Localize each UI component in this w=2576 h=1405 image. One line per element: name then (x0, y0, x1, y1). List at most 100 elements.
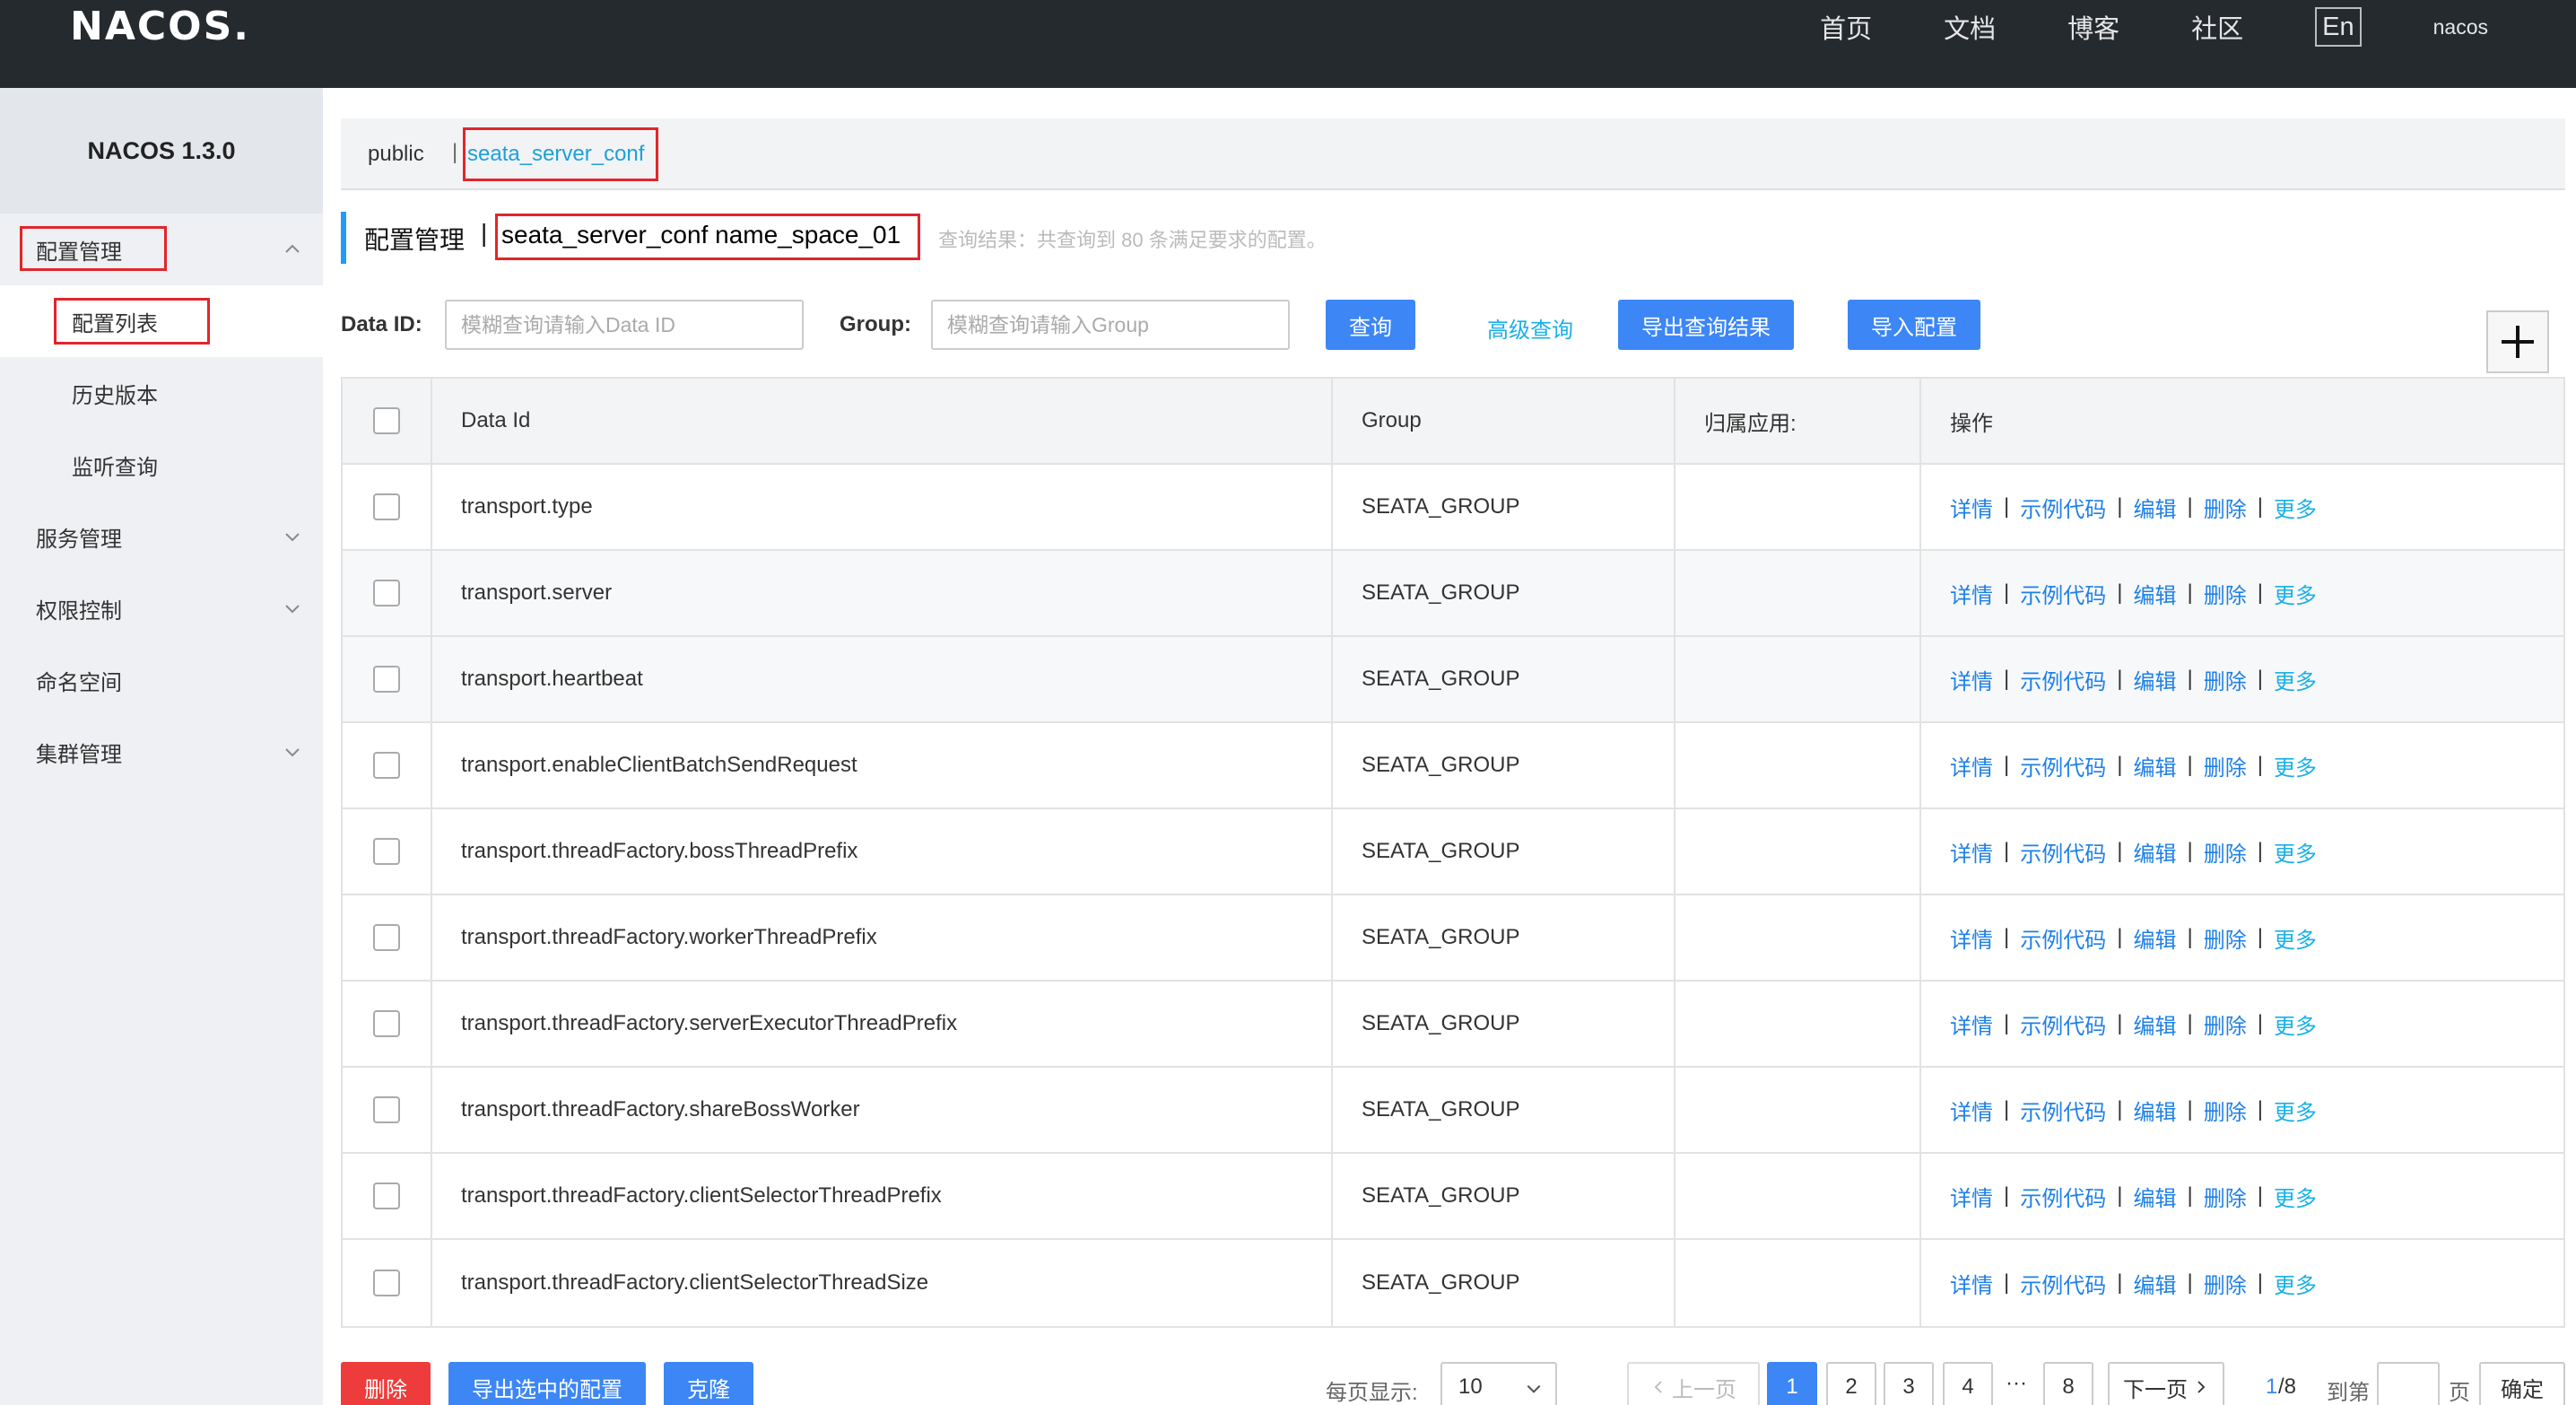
add-config-button[interactable] (2486, 310, 2549, 373)
sidebar-item-cluster-management[interactable]: 集群管理 (0, 716, 323, 788)
sidebar-item-service-management[interactable]: 服务管理 (0, 501, 323, 572)
op-link[interactable]: 更多 (2274, 836, 2317, 868)
sidebar-item-namespace[interactable]: 命名空间 (0, 644, 323, 716)
nav-docs[interactable]: 文档 (1944, 8, 1996, 46)
op-link[interactable]: 更多 (2274, 1095, 2317, 1126)
op-link[interactable]: 更多 (2274, 492, 2317, 523)
op-link[interactable]: 详情 (1950, 578, 1993, 609)
row-checkbox[interactable] (373, 666, 400, 693)
next-page-button[interactable]: 下一页 (2108, 1362, 2224, 1405)
page-4-button[interactable]: 4 (1943, 1362, 1993, 1405)
dataid-input[interactable]: 模糊查询请输入Data ID (445, 300, 804, 350)
op-link[interactable]: 编辑 (2133, 1181, 2176, 1212)
row-checkbox[interactable] (373, 1010, 400, 1037)
op-link[interactable]: 更多 (2274, 578, 2317, 609)
row-checkbox[interactable] (373, 838, 400, 865)
page-3-button[interactable]: 3 (1884, 1362, 1934, 1405)
export-results-button[interactable]: 导出查询结果 (1618, 300, 1794, 350)
op-link[interactable]: 详情 (1950, 922, 1993, 954)
op-link[interactable]: 详情 (1950, 1268, 1993, 1299)
group-input[interactable]: 模糊查询请输入Group (931, 300, 1290, 350)
op-link[interactable]: 示例代码 (2020, 836, 2106, 868)
page-1-button[interactable]: 1 (1767, 1362, 1817, 1405)
op-link[interactable]: 删除 (2204, 1095, 2247, 1126)
delete-button[interactable]: 删除 (341, 1362, 431, 1405)
op-link[interactable]: 详情 (1950, 1008, 1993, 1040)
op-link[interactable]: 删除 (2204, 492, 2247, 523)
page-size-select[interactable]: 10 (1440, 1362, 1557, 1405)
op-link[interactable]: 删除 (2204, 664, 2247, 695)
goto-page-input[interactable] (2377, 1362, 2440, 1405)
op-link[interactable]: 编辑 (2133, 578, 2176, 609)
op-link[interactable]: 编辑 (2133, 1268, 2176, 1299)
goto-confirm-button[interactable]: 确定 (2479, 1362, 2565, 1405)
op-link[interactable]: 编辑 (2133, 1008, 2176, 1040)
row-checkbox[interactable] (373, 1182, 400, 1209)
nacos-logo[interactable]: NACOS. (70, 4, 250, 49)
op-link[interactable]: 删除 (2204, 1268, 2247, 1299)
row-checkbox[interactable] (373, 1096, 400, 1123)
query-button[interactable]: 查询 (1326, 300, 1415, 350)
advanced-query-link[interactable]: 高级查询 (1487, 312, 1573, 344)
nav-blog[interactable]: 博客 (2067, 8, 2119, 46)
op-link[interactable]: 示例代码 (2020, 664, 2106, 695)
op-link[interactable]: 编辑 (2133, 1095, 2176, 1126)
op-link[interactable]: 编辑 (2133, 836, 2176, 868)
op-link[interactable]: 编辑 (2133, 750, 2176, 781)
op-link[interactable]: 示例代码 (2020, 578, 2106, 609)
nav-home[interactable]: 首页 (1820, 8, 1872, 46)
page-8-button[interactable]: 8 (2043, 1362, 2093, 1405)
row-checkbox[interactable] (373, 493, 400, 520)
op-link[interactable]: 更多 (2274, 1181, 2317, 1212)
clone-button[interactable]: 克隆 (664, 1362, 753, 1405)
op-link[interactable]: 更多 (2274, 1268, 2317, 1299)
export-selected-button[interactable]: 导出选中的配置 (448, 1362, 646, 1405)
row-checkbox[interactable] (373, 924, 400, 951)
user-menu[interactable]: nacos (2433, 15, 2488, 39)
op-link[interactable]: 详情 (1950, 664, 1993, 695)
op-link[interactable]: 示例代码 (2020, 1268, 2106, 1299)
import-config-button[interactable]: 导入配置 (1848, 300, 1980, 350)
op-link[interactable]: 更多 (2274, 922, 2317, 954)
op-link[interactable]: 详情 (1950, 492, 1993, 523)
row-checkbox[interactable] (373, 752, 400, 779)
op-link[interactable]: 更多 (2274, 664, 2317, 695)
nav-community[interactable]: 社区 (2191, 8, 2243, 46)
op-link[interactable]: 详情 (1950, 1095, 1993, 1126)
prev-page-button[interactable]: 上一页 (1627, 1362, 1760, 1405)
op-link[interactable]: 编辑 (2133, 922, 2176, 954)
row-data-id: transport.enableClientBatchSendRequest (432, 723, 1333, 807)
sidebar-item-access-control[interactable]: 权限控制 (0, 572, 323, 644)
op-link[interactable]: 示例代码 (2020, 1008, 2106, 1040)
op-link[interactable]: 详情 (1950, 836, 1993, 868)
op-link[interactable]: 删除 (2204, 1008, 2247, 1040)
sidebar-item-config-list[interactable]: 配置列表 (0, 285, 323, 357)
op-link[interactable]: 编辑 (2133, 664, 2176, 695)
namespace-public[interactable]: public (368, 142, 424, 167)
op-link[interactable]: 更多 (2274, 1008, 2317, 1040)
op-link[interactable]: 删除 (2204, 1181, 2247, 1212)
op-link[interactable]: 删除 (2204, 922, 2247, 954)
row-checkbox[interactable] (373, 580, 400, 607)
op-link[interactable]: 删除 (2204, 836, 2247, 868)
op-link[interactable]: 详情 (1950, 1181, 1993, 1212)
op-link[interactable]: 更多 (2274, 750, 2317, 781)
table-row: transport.threadFactory.serverExecutorTh… (343, 982, 2563, 1068)
sidebar-item-listener-query[interactable]: 监听查询 (0, 429, 323, 501)
op-link[interactable]: 示例代码 (2020, 1095, 2106, 1126)
op-link[interactable]: 编辑 (2133, 492, 2176, 523)
op-link[interactable]: 详情 (1950, 750, 1993, 781)
op-link[interactable]: 删除 (2204, 578, 2247, 609)
op-link[interactable]: 示例代码 (2020, 1181, 2106, 1212)
row-checkbox[interactable] (373, 1270, 400, 1296)
op-link[interactable]: 示例代码 (2020, 750, 2106, 781)
op-link[interactable]: 删除 (2204, 750, 2247, 781)
language-toggle[interactable]: En (2315, 7, 2362, 47)
page-2-button[interactable]: 2 (1826, 1362, 1876, 1405)
op-link[interactable]: 示例代码 (2020, 492, 2106, 523)
op-link[interactable]: 示例代码 (2020, 922, 2106, 954)
sidebar-item-config-management[interactable]: 配置管理 (0, 214, 323, 285)
select-all-checkbox[interactable] (373, 407, 400, 434)
op-separator: | (2117, 1183, 2123, 1208)
sidebar-item-history[interactable]: 历史版本 (0, 357, 323, 429)
